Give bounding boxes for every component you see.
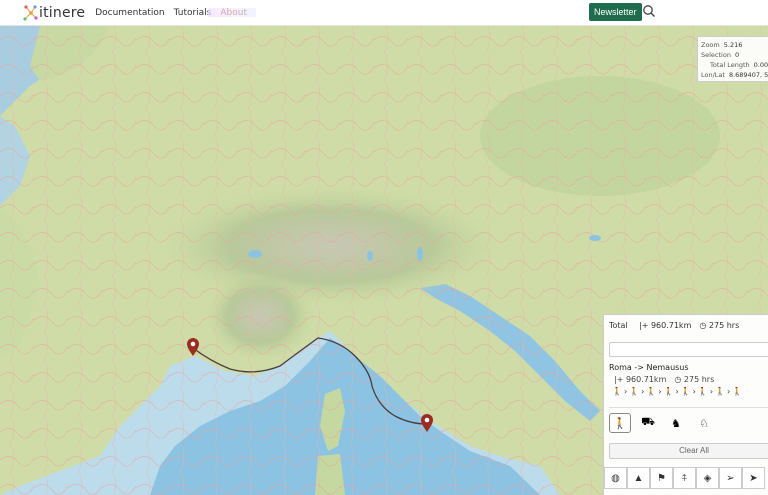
globe-tool-button[interactable]: ◍ [604,467,627,489]
walk-icon: 🚶 [613,417,627,430]
flag-tool-button[interactable]: ⚑ [650,467,673,489]
mode-cart-button[interactable]: ⛟ [637,413,659,433]
selection-value: 0 [734,51,740,59]
network-logo-icon [23,4,38,21]
arrow-icon: › [709,387,714,396]
lonlat-value: 8.689407, 51. [728,71,768,79]
signpost-icon: ⍏ [681,472,688,484]
cart-icon: ⛟ [641,416,655,428]
route-legs: 🚶 › 🚶 › 🚶 › 🚶 › 🚶 › 🚶 › 🚶 › 🚶 [612,387,744,396]
signpost-tool-button[interactable]: ⍏ [673,467,696,489]
arrow-icon: › [675,387,679,396]
zoom-label: Zoom [701,41,720,49]
selection-label: Selection [701,51,731,59]
direction-tool-button[interactable]: ➢ [719,467,742,489]
logo[interactable]: itinere [22,0,85,26]
arrow-icon: › [641,387,645,396]
arrow-icon: › [623,387,628,396]
nav-documentation[interactable]: Documentation [95,0,164,26]
arrow-icon: › [658,387,662,396]
lonlat-label: Lon/Lat [701,71,725,79]
clock-icon: ◷ [699,320,707,330]
search-icon [643,5,655,17]
send-icon: ➢ [726,472,735,484]
map-info-panel: Zoom5.216 Selection0 Total Length0.000 L… [697,36,768,82]
marker-tool-button[interactable]: ◈ [696,467,719,489]
route-totals: Total |+ 960.71km ◷ 275 hrs [604,315,768,335]
brand-name: itinere [39,4,86,21]
route-hours-wrap: ◷ 275 hrs [674,375,715,384]
length-value: 0.000 [753,61,768,69]
nav-tutorials[interactable]: Tutorials [174,0,212,26]
route-distance: |+ 960.71km [614,375,667,384]
mode-walk-button[interactable]: 🚶 [609,413,631,433]
navigate-tool-button[interactable]: ➤ [742,467,765,489]
walk-icon: 🚶 [663,387,674,396]
clear-all-button[interactable]: Clear All [609,443,768,459]
top-navbar: itinere Documentation Tutorials About Ne… [0,0,768,26]
route-search-input[interactable] [609,342,768,357]
route-name[interactable]: Roma -> Nemausus [609,363,689,372]
mountain-icon: ▲ [633,472,644,484]
donkey-icon: ♞ [671,417,681,430]
mode-donkey-button[interactable]: ♞ [665,413,687,433]
walk-icon: 🚶 [732,387,743,396]
route-stats: |+ 960.71km ◷ 275 hrs [614,375,714,384]
diamond-icon: ◈ [703,472,712,484]
arrow-icon: › [692,387,696,396]
total-label: Total [609,320,628,330]
zoom-value: 5.216 [723,41,743,49]
length-label: Total Length [710,61,750,69]
walk-icon: 🚶 [612,387,622,396]
divider [609,407,768,408]
travel-modes: 🚶 ⛟ ♞ ♘ [609,413,715,433]
globe-icon: ◍ [611,472,620,484]
mode-horse-button[interactable]: ♘ [693,413,715,433]
walk-icon: 🚶 [680,387,691,396]
horse-icon: ♘ [699,417,709,430]
terrain-tool-button[interactable]: ▲ [627,467,650,489]
walk-icon: 🚶 [646,387,657,396]
walk-icon: 🚶 [697,387,708,396]
search-button[interactable] [641,4,657,20]
total-distance: |+ 960.71km [639,320,692,330]
walk-icon: 🚶 [629,387,640,396]
clock-icon: ◷ [674,375,682,384]
map-toolbar: ◍ ▲ ⚑ ⍏ ◈ ➢ ➤ [604,467,765,489]
walk-icon: 🚶 [715,387,725,396]
navigate-icon: ➤ [749,472,758,484]
total-hours: ◷ 275 hrs [699,320,740,330]
flag-icon: ⚑ [657,472,666,484]
newsletter-button[interactable]: Newsletter [589,3,642,21]
arrow-icon: › [727,387,731,396]
nav-placeholder [208,8,256,17]
